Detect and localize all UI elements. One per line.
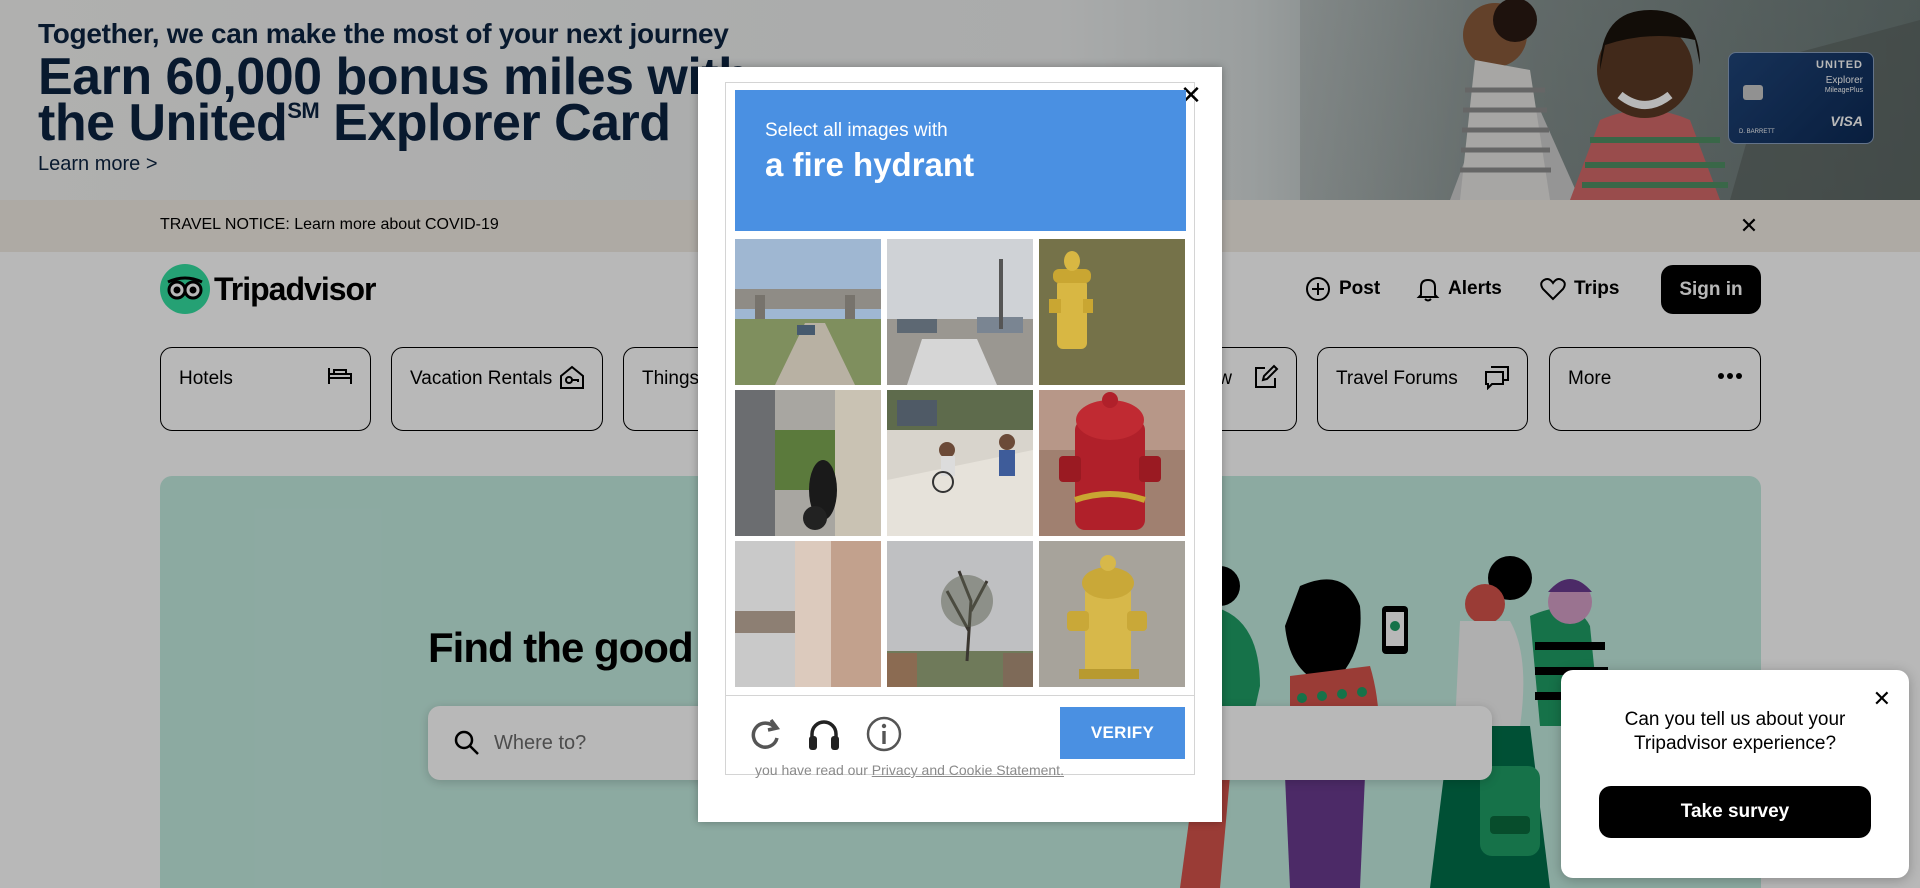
- info-icon[interactable]: [864, 714, 904, 754]
- captcha-prompt-line1: Select all images with: [765, 120, 948, 141]
- survey-question: Can you tell us about your Tripadvisor e…: [1624, 709, 1846, 754]
- captcha-tile[interactable]: [1039, 541, 1185, 687]
- captcha-divider: [725, 695, 1195, 696]
- audio-challenge-icon[interactable]: [804, 714, 844, 754]
- verify-button[interactable]: VERIFY: [1060, 707, 1185, 759]
- captcha-legal-text: you have read our Privacy and Cookie Sta…: [755, 762, 1064, 778]
- captcha-tile[interactable]: [887, 239, 1033, 385]
- captcha-tile[interactable]: [1039, 390, 1185, 536]
- captcha-tile[interactable]: [887, 541, 1033, 687]
- captcha-prompt: Select all images with a fire hydrant: [735, 90, 1186, 231]
- captcha-tile[interactable]: [735, 239, 881, 385]
- reload-icon[interactable]: [745, 714, 785, 754]
- captcha-prompt-target: a fire hydrant: [765, 146, 975, 183]
- captcha-tile[interactable]: [887, 390, 1033, 536]
- take-survey-button[interactable]: Take survey: [1599, 786, 1871, 838]
- captcha-tile[interactable]: [735, 390, 881, 536]
- captcha-tile[interactable]: [735, 541, 881, 687]
- survey-popup: ✕ Can you tell us about your Tripadvisor…: [1561, 670, 1909, 878]
- captcha-tile[interactable]: [1039, 239, 1185, 385]
- privacy-link[interactable]: Privacy and Cookie Statement.: [872, 762, 1064, 778]
